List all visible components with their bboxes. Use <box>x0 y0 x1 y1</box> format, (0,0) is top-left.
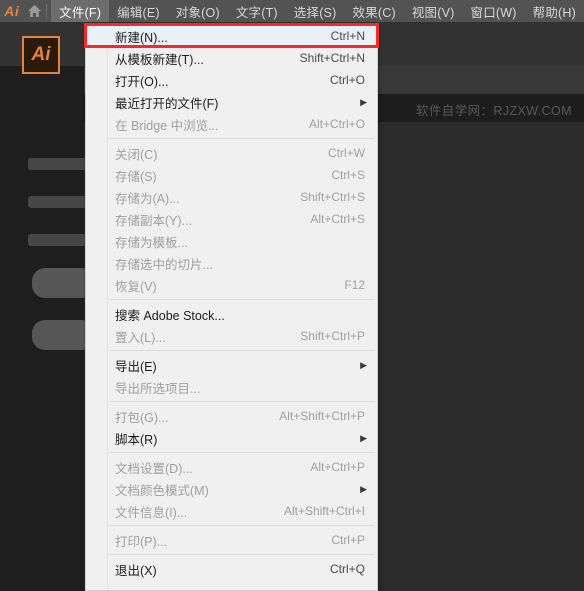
menu-item-shortcut: Shift+Ctrl+N <box>299 51 365 65</box>
menu-item-label: 最近打开的文件(F) <box>115 96 219 111</box>
menu-separator <box>109 138 375 139</box>
menu-item-shortcut: Ctrl+N <box>330 29 365 43</box>
menubar-item-7[interactable]: 窗口(W) <box>463 0 525 22</box>
menu-item-24: 文档颜色模式(M) ▶ <box>86 478 377 500</box>
illustrator-window: Ai 软件自学网：RJZXW.COM Ai 文件(F) 编辑(E) 对象(O) 文字(… <box>0 0 584 591</box>
menu-separator <box>109 554 375 555</box>
menu-separator <box>109 299 375 300</box>
menu-item-20: 打包(G)... Alt+Shift+Ctrl+P <box>86 405 377 427</box>
menu-item-label: 打开(O)... <box>115 74 169 89</box>
file-dropdown-menu: 新建(N)... Ctrl+N 从模板新建(T)... Shift+Ctrl+N 打开(… <box>85 23 378 591</box>
menu-item-23: 文档设置(D)... Alt+Ctrl+P <box>86 456 377 478</box>
menubar-item-2[interactable]: 对象(O) <box>168 0 228 22</box>
menu-item-shortcut: Shift+Ctrl+S <box>300 190 365 204</box>
home-icon[interactable] <box>24 0 45 22</box>
menu-item-shortcut: Ctrl+O <box>329 73 365 87</box>
menu-item-label: 退出(X) <box>115 563 157 578</box>
menu-item-label: 在 Bridge 中浏览... <box>115 118 219 133</box>
menu-item-label: 从模板新建(T)... <box>115 52 204 67</box>
menu-separator <box>109 452 375 453</box>
menu-item-shortcut: Alt+Ctrl+O <box>308 117 365 131</box>
menu-item-3[interactable]: 最近打开的文件(F) ▶ <box>86 91 377 113</box>
menu-item-label: 文件信息(I)... <box>115 505 188 520</box>
menubar-item-4[interactable]: 选择(S) <box>286 0 345 22</box>
menubar-divider <box>46 4 48 18</box>
menu-item-label: 文档设置(D)... <box>115 461 193 476</box>
menu-item-label: 恢复(V) <box>115 279 157 294</box>
submenu-arrow-icon: ▶ <box>360 432 367 443</box>
menu-separator <box>109 350 375 351</box>
menu-item-label: 脚本(R) <box>115 432 158 447</box>
menu-item-11: 存储选中的切片... <box>86 252 377 274</box>
menu-item-25: 文件信息(I)... Alt+Shift+Ctrl+I <box>86 500 377 522</box>
submenu-arrow-icon: ▶ <box>360 96 367 107</box>
menu-item-list: 新建(N)... Ctrl+N 从模板新建(T)... Shift+Ctrl+N 打开(… <box>86 23 377 580</box>
menu-item-label: 存储(S) <box>115 169 157 184</box>
menu-item-label: 打印(P)... <box>115 534 168 549</box>
menu-separator <box>109 401 375 402</box>
menu-item-17[interactable]: 导出(E) ▶ <box>86 354 377 376</box>
menu-item-label: 存储副本(Y)... <box>115 213 193 228</box>
tool-placeholder-2[interactable] <box>28 196 90 208</box>
menubar-item-1[interactable]: 编辑(E) <box>109 0 168 22</box>
menu-item-2[interactable]: 打开(O)... Ctrl+O <box>86 69 377 91</box>
watermark-text: 软件自学网：RJZXW.COM <box>416 104 572 118</box>
ai-app-tile: Ai <box>22 36 60 74</box>
menu-item-shortcut: Ctrl+S <box>331 168 365 182</box>
menu-item-label: 文档颜色模式(M) <box>115 483 209 498</box>
menu-item-label: 导出所选项目... <box>115 381 201 396</box>
menubar-item-6[interactable]: 视图(V) <box>404 0 463 22</box>
menu-item-label: 新建(N)... <box>115 30 168 45</box>
menu-item-label: 存储为(A)... <box>115 191 180 206</box>
menu-item-shortcut: Ctrl+P <box>331 533 365 547</box>
menu-item-shortcut: Shift+Ctrl+P <box>300 329 365 343</box>
menu-item-9: 存储副本(Y)... Alt+Ctrl+S <box>86 208 377 230</box>
menu-item-label: 导出(E) <box>115 359 157 374</box>
menu-item-label: 关闭(C) <box>115 147 158 162</box>
submenu-arrow-icon: ▶ <box>360 359 367 370</box>
menu-item-29[interactable]: 退出(X) Ctrl+Q <box>86 558 377 580</box>
menu-bar: Ai 文件(F) 编辑(E) 对象(O) 文字(T) 选择(S) 效果(C) 视图(V) 窗口… <box>0 0 584 22</box>
menu-item-14[interactable]: 搜索 Adobe Stock... <box>86 303 377 325</box>
menu-item-shortcut: Alt+Ctrl+P <box>310 460 365 474</box>
menu-item-27: 打印(P)... Ctrl+P <box>86 529 377 551</box>
tool-placeholder-3[interactable] <box>28 234 90 246</box>
menubar-item-list: 文件(F) 编辑(E) 对象(O) 文字(T) 选择(S) 效果(C) 视图(V) 窗口(W)… <box>51 0 584 22</box>
menu-item-21[interactable]: 脚本(R) ▶ <box>86 427 377 449</box>
menu-item-15: 置入(L)... Shift+Ctrl+P <box>86 325 377 347</box>
menubar-item-0[interactable]: 文件(F) <box>51 0 110 22</box>
menu-item-label: 存储为模板... <box>115 235 188 250</box>
menu-item-label: 置入(L)... <box>115 330 166 345</box>
menu-item-shortcut: Ctrl+W <box>328 146 365 160</box>
menu-item-10: 存储为模板... <box>86 230 377 252</box>
tool-placeholder-1[interactable] <box>28 158 90 170</box>
menu-separator <box>109 525 375 526</box>
menu-item-4: 在 Bridge 中浏览... Alt+Ctrl+O <box>86 113 377 135</box>
menu-item-1[interactable]: 从模板新建(T)... Shift+Ctrl+N <box>86 47 377 69</box>
submenu-arrow-icon: ▶ <box>360 483 367 494</box>
menu-item-shortcut: Alt+Ctrl+S <box>310 212 365 226</box>
menu-item-label: 搜索 Adobe Stock... <box>115 308 225 323</box>
menu-item-6: 关闭(C) Ctrl+W <box>86 142 377 164</box>
menu-item-shortcut: Alt+Shift+Ctrl+I <box>283 504 365 518</box>
menubar-item-3[interactable]: 文字(T) <box>228 0 286 22</box>
menu-item-0[interactable]: 新建(N)... Ctrl+N <box>86 25 377 47</box>
menubar-item-5[interactable]: 效果(C) <box>344 0 403 22</box>
ai-logo-icon: Ai <box>4 3 20 19</box>
menu-item-label: 存储选中的切片... <box>115 257 213 272</box>
menu-item-18: 导出所选项目... <box>86 376 377 398</box>
menu-item-shortcut: Alt+Shift+Ctrl+P <box>279 409 365 423</box>
menu-item-label: 打包(G)... <box>115 410 169 425</box>
menu-item-8: 存储为(A)... Shift+Ctrl+S <box>86 186 377 208</box>
menu-item-12: 恢复(V) F12 <box>86 274 377 296</box>
menu-item-shortcut: F12 <box>344 278 365 292</box>
menu-item-shortcut: Ctrl+Q <box>329 562 365 576</box>
menu-item-7: 存储(S) Ctrl+S <box>86 164 377 186</box>
menubar-item-8[interactable]: 帮助(H) <box>525 0 584 22</box>
